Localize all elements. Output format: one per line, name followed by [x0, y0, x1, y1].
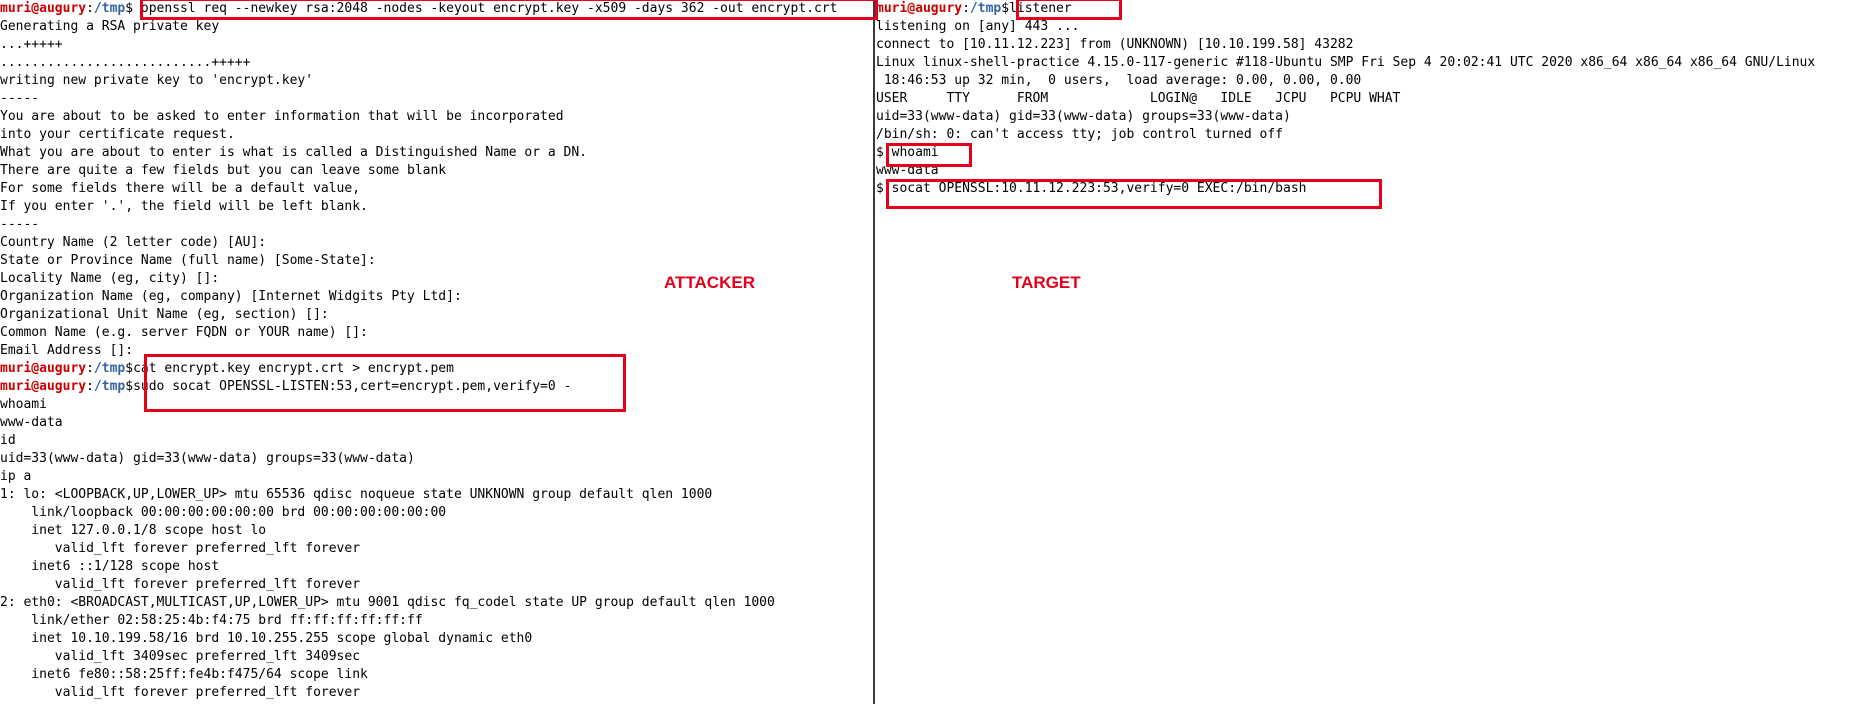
pane-divider: [873, 0, 875, 704]
prompt-symbol: $: [125, 361, 134, 376]
prompt-sep: :: [86, 379, 94, 394]
output-line: valid_lft forever preferred_lft forever: [0, 541, 361, 556]
output-line: uid=33(www-data) gid=33(www-data) groups…: [0, 451, 415, 466]
output-line: uid=33(www-data) gid=33(www-data) groups…: [876, 109, 1291, 124]
output-line: www-data: [876, 163, 939, 178]
prompt-path: /tmp: [969, 1, 1002, 16]
prompt-user: muri@augury: [876, 1, 963, 16]
output-line: www-data: [0, 415, 63, 430]
output-line: 18:46:53 up 32 min, 0 users, load averag…: [876, 73, 1362, 88]
output-line: Generating a RSA private key: [0, 19, 220, 34]
output-line: writing new private key to 'encrypt.key': [0, 73, 314, 88]
output-line: -----: [0, 91, 40, 106]
output-line: If you enter '.', the field will be left…: [0, 199, 368, 214]
output-line: ...+++++: [0, 37, 63, 52]
highlight-socat-listen-commands: [144, 354, 626, 412]
output-line: -----: [0, 217, 40, 232]
output-line: valid_lft forever preferred_lft forever: [0, 577, 361, 592]
prompt-path: /tmp: [93, 379, 126, 394]
prompt-user: muri@augury: [0, 361, 87, 376]
attacker-label: ATTACKER: [664, 273, 755, 292]
highlight-openssl-command: [140, 0, 878, 20]
output-line: id: [0, 433, 16, 448]
output-line: Organizational Unit Name (eg, section) […: [0, 307, 329, 322]
output-line: valid_lft forever preferred_lft forever: [0, 685, 361, 700]
highlight-listener-command: [1016, 0, 1122, 20]
output-line: inet 10.10.199.58/16 brd 10.10.255.255 s…: [0, 631, 533, 646]
output-line: Common Name (e.g. server FQDN or YOUR na…: [0, 325, 368, 340]
output-line: 2: eth0: <BROADCAST,MULTICAST,UP,LOWER_U…: [0, 595, 775, 610]
output-line: /bin/sh: 0: can't access tty; job contro…: [876, 127, 1283, 142]
output-line: connect to [10.11.12.223] from (UNKNOWN)…: [876, 37, 1354, 52]
output-line: valid_lft 3409sec preferred_lft 3409sec: [0, 649, 361, 664]
output-line: Linux linux-shell-practice 4.15.0-117-ge…: [876, 55, 1816, 70]
prompt-sep: :: [86, 1, 94, 16]
output-line: For some fields there will be a default …: [0, 181, 361, 196]
prompt-symbol: $: [1001, 1, 1010, 16]
output-line: ip a: [0, 469, 32, 484]
prompt-symbol: $: [125, 1, 134, 16]
output-line: inet 127.0.0.1/8 scope host lo: [0, 523, 267, 538]
attacker-terminal[interactable]: muri@augury:/tmp$ openssl req --newkey r…: [0, 0, 873, 704]
output-line: link/ether 02:58:25:4b:f4:75 brd ff:ff:f…: [0, 613, 423, 628]
prompt-sep: :: [86, 361, 94, 376]
output-line: link/loopback 00:00:00:00:00:00 brd 00:0…: [0, 505, 447, 520]
output-line: You are about to be asked to enter infor…: [0, 109, 564, 124]
output-line: What you are about to enter is what is c…: [0, 145, 587, 160]
target-label: TARGET: [1012, 273, 1081, 292]
output-line: into your certificate request.: [0, 127, 235, 142]
output-line: State or Province Name (full name) [Some…: [0, 253, 376, 268]
output-line: USER TTY FROM LOGIN@ IDLE JCPU PCPU WHAT: [876, 91, 1401, 106]
prompt-symbol: $: [125, 379, 134, 394]
prompt-path: /tmp: [93, 1, 126, 16]
output-line: ...........................+++++: [0, 55, 251, 70]
highlight-whoami-command: [886, 143, 972, 167]
prompt-user: muri@augury: [0, 1, 87, 16]
shell-prompt-line: $ whoami: [876, 144, 1852, 162]
output-line: listening on [any] 443 ...: [876, 19, 1080, 34]
highlight-socat-connect-command: [886, 179, 1382, 209]
prompt-path: /tmp: [93, 361, 126, 376]
output-line: 1: lo: <LOOPBACK,UP,LOWER_UP> mtu 65536 …: [0, 487, 713, 502]
output-line: There are quite a few fields but you can…: [0, 163, 447, 178]
output-line: inet6 fe80::58:25ff:fe4b:f475/64 scope l…: [0, 667, 368, 682]
output-line: Country Name (2 letter code) [AU]:: [0, 235, 267, 250]
output-line: inet6 ::1/128 scope host: [0, 559, 220, 574]
target-terminal[interactable]: muri@augury:/tmp$listener listening on [a…: [876, 0, 1852, 704]
prompt-sep: :: [962, 1, 970, 16]
prompt-user: muri@augury: [0, 379, 87, 394]
